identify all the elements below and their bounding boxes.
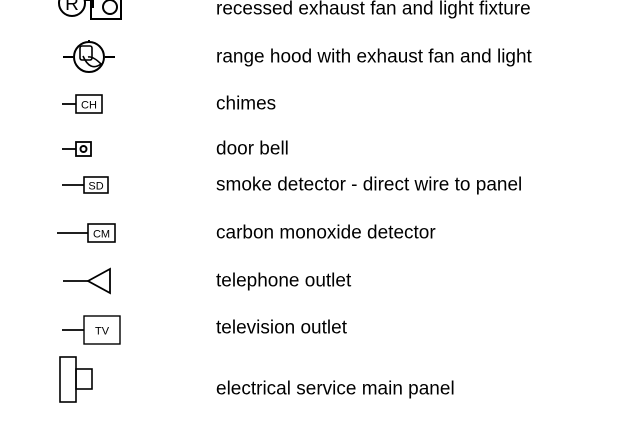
legend-row-service-panel: electrical service main panel: [0, 356, 624, 404]
legend-label: television outlet: [216, 317, 347, 339]
legend-row-smoke-detector: SD smoke detector - direct wire to panel: [0, 170, 624, 200]
svg-text:SD: SD: [88, 181, 103, 193]
recessed-exhaust-fan-light-icon: R: [0, 0, 200, 24]
svg-text:TV: TV: [95, 326, 110, 338]
svg-text:CM: CM: [93, 229, 110, 241]
legend-row-chimes: CH chimes: [0, 89, 624, 119]
carbon-monoxide-detector-icon: CM: [0, 218, 200, 248]
legend-row-recessed-fan: R recessed exhaust fan and light fixture: [0, 0, 624, 24]
svg-text:CH: CH: [81, 100, 97, 112]
door-bell-icon: [0, 134, 200, 164]
telephone-outlet-icon: [0, 266, 200, 296]
legend-row-range-hood: range hood with exhaust fan and light: [0, 40, 624, 73]
legend-label: recessed exhaust fan and light fixture: [216, 0, 531, 20]
legend-row-telephone: telephone outlet: [0, 266, 624, 296]
legend-label: electrical service main panel: [216, 378, 455, 400]
smoke-detector-icon: SD: [0, 170, 200, 200]
legend-row-door-bell: door bell: [0, 134, 624, 164]
television-outlet-icon: TV: [0, 313, 200, 345]
symbol-legend: R recessed exhaust fan and light fixture…: [0, 0, 624, 439]
legend-row-carbon-monoxide: CM carbon monoxide detector: [0, 218, 624, 248]
legend-label: range hood with exhaust fan and light: [216, 46, 532, 68]
electrical-service-panel-icon: [0, 356, 200, 404]
range-hood-icon: [0, 40, 200, 73]
legend-label: door bell: [216, 138, 289, 160]
chimes-icon: CH: [0, 89, 200, 119]
legend-label: smoke detector - direct wire to panel: [216, 174, 523, 196]
legend-label: telephone outlet: [216, 270, 352, 292]
legend-row-television: TV television outlet: [0, 313, 624, 345]
svg-text:R: R: [65, 0, 79, 15]
legend-label: chimes: [216, 93, 277, 115]
legend-label: carbon monoxide detector: [216, 222, 436, 244]
